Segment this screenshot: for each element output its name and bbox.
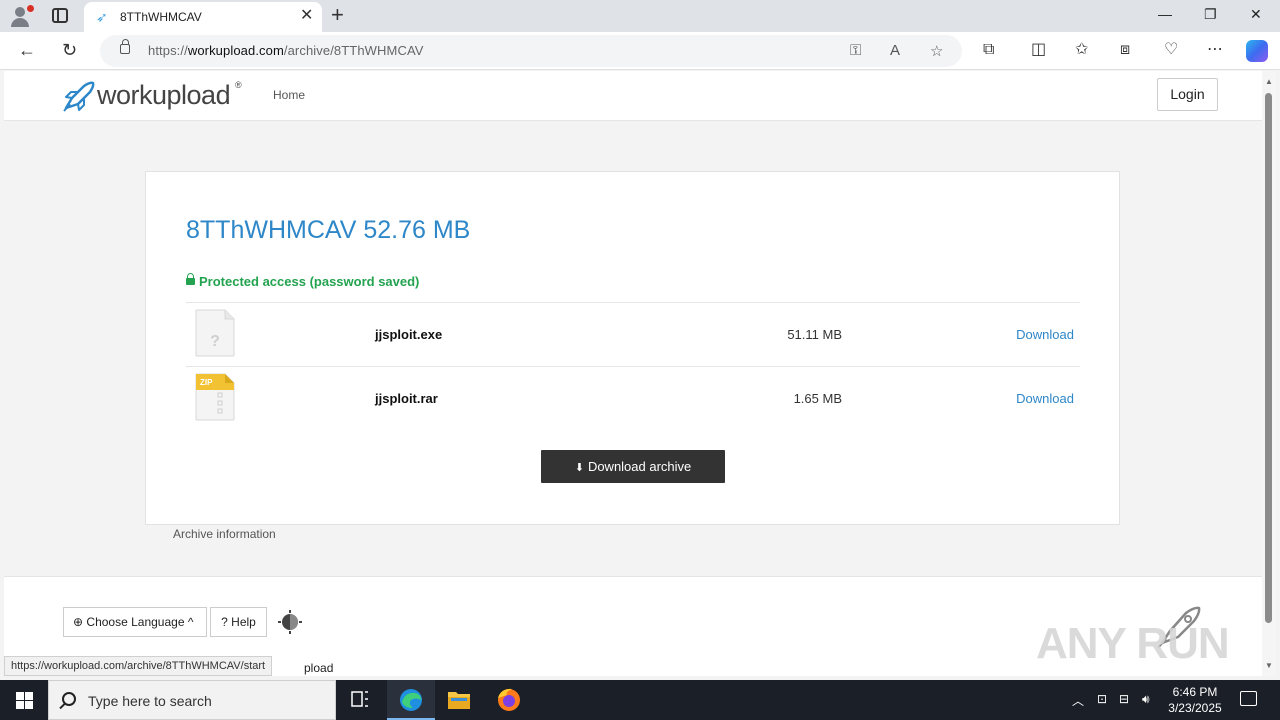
network-icon[interactable]: ⊟: [1119, 692, 1129, 706]
archive-information-link[interactable]: Archive information: [173, 527, 276, 541]
clock-date: 3/23/2025: [1168, 701, 1222, 715]
edge-taskbar-icon[interactable]: [387, 680, 435, 720]
tab-title: 8TThWHMCAV: [120, 10, 202, 24]
file-row: ? jjsploit.exe 51.11 MB Download: [186, 302, 1080, 366]
scroll-down-icon[interactable]: ▼: [1265, 661, 1273, 670]
scroll-up-icon[interactable]: ▲: [1265, 77, 1273, 86]
clock-time: 6:46 PM: [1172, 685, 1218, 699]
theme-toggle-icon[interactable]: [278, 610, 302, 634]
search-icon: [62, 692, 76, 706]
svg-text:ZIP: ZIP: [200, 378, 213, 387]
browser-toolbar: ← ↻ https://workupload.com/archive/8TThW…: [0, 32, 1280, 70]
close-tab-icon[interactable]: ✕: [300, 8, 313, 24]
file-download-link[interactable]: Download: [1016, 327, 1074, 342]
file-row: ZIP jjsploit.rar 1.65 MB Download: [186, 366, 1080, 430]
status-bar-url: https://workupload.com/archive/8TThWHMCA…: [4, 656, 273, 676]
download-icon: ⬇: [574, 462, 584, 474]
nav-home-link[interactable]: Home: [273, 88, 305, 102]
padlock-icon: [186, 273, 195, 285]
task-view-icon[interactable]: [336, 680, 384, 720]
zip-file-icon: ZIP: [195, 373, 235, 421]
address-bar[interactable]: https://workupload.com/archive/8TThWHMCA…: [100, 35, 962, 67]
favorite-star-icon[interactable]: ☆: [930, 42, 943, 60]
refresh-icon[interactable]: ↻: [62, 40, 77, 60]
copilot-icon[interactable]: [1246, 40, 1268, 62]
page-scrollbar[interactable]: ▲ ▼: [1262, 71, 1276, 676]
svg-text:?: ?: [210, 333, 220, 350]
file-name: jjsploit.exe: [375, 327, 443, 342]
file-size: 1.65 MB: [793, 391, 842, 406]
url-text[interactable]: https://workupload.com/archive/8TThWHMCA…: [148, 43, 424, 58]
unknown-file-icon: ?: [195, 309, 235, 357]
page-viewport: workupload ® Home Login 8TThWHMCAV 52.76…: [4, 71, 1262, 676]
back-arrow-icon[interactable]: ←: [18, 40, 36, 60]
rocket-logo-icon: [63, 81, 95, 112]
volume-icon[interactable]: 🔊︎: [1142, 692, 1150, 707]
tray-chevron-up-icon[interactable]: ︿: [1072, 692, 1084, 709]
split-screen-icon[interactable]: ◫: [1031, 41, 1046, 59]
more-menu-icon[interactable]: ⋯: [1207, 41, 1223, 59]
chevron-up-icon: ^: [187, 615, 194, 629]
read-aloud-icon[interactable]: A: [890, 42, 900, 59]
archive-title: 8TThWHMCAV 52.76 MB: [186, 216, 471, 244]
anyrun-watermark: ANY RUN: [1036, 603, 1236, 673]
close-window-icon[interactable]: ✕: [1250, 6, 1262, 23]
download-archive-button[interactable]: ⬇ Download archive: [541, 450, 725, 483]
restore-icon[interactable]: ❐: [1204, 6, 1217, 23]
browser-tab-strip: ➶ 8TThWHMCAV ✕ + — ❐ ✕: [0, 0, 1280, 32]
rocket-favicon-icon: ➶: [96, 9, 108, 25]
archive-card: 8TThWHMCAV 52.76 MB Protected access (pa…: [145, 171, 1120, 525]
scrollbar-thumb[interactable]: [1265, 93, 1272, 623]
favorites-icon[interactable]: ✩: [1075, 41, 1088, 59]
footer-partial-text: pload: [304, 661, 334, 675]
logo-registered-mark: ®: [235, 80, 242, 90]
browser-essentials-icon[interactable]: ♡: [1164, 41, 1178, 59]
login-button[interactable]: Login: [1157, 78, 1218, 111]
lock-icon[interactable]: [120, 39, 130, 54]
help-button[interactable]: ? Help: [210, 607, 267, 637]
collections-icon[interactable]: ⧈: [1120, 41, 1130, 59]
minimize-icon[interactable]: —: [1158, 6, 1172, 22]
extensions-icon[interactable]: ⧉: [983, 41, 994, 59]
file-download-link[interactable]: Download: [1016, 391, 1074, 406]
logo-text: workupload: [97, 80, 231, 110]
globe-icon: ⊕: [73, 615, 84, 629]
browser-tab[interactable]: ➶ 8TThWHMCAV ✕: [84, 2, 322, 32]
windows-taskbar: Type here to search ︿ ⊡ ⊟ 🔊︎ 6:46 PM 3/2…: [0, 680, 1280, 720]
question-icon: ?: [221, 615, 228, 629]
key-icon[interactable]: ⚿: [850, 42, 861, 59]
choose-language-button[interactable]: ⊕ Choose Language ^: [63, 607, 207, 637]
site-header: workupload ® Home Login: [4, 71, 1262, 121]
taskbar-search-placeholder: Type here to search: [88, 693, 212, 709]
new-tab-icon[interactable]: +: [331, 4, 344, 26]
windows-start-icon[interactable]: [16, 692, 33, 709]
protected-access-notice: Protected access (password saved): [186, 273, 419, 289]
profile-icon[interactable]: [8, 4, 34, 28]
taskbar-clock[interactable]: 6:46 PM 3/23/2025: [1164, 684, 1226, 716]
file-size: 51.11 MB: [787, 327, 842, 342]
taskbar-search-box[interactable]: Type here to search: [48, 680, 336, 720]
file-explorer-icon[interactable]: [435, 680, 483, 720]
tab-actions-icon[interactable]: [52, 8, 68, 23]
watermark-text: ANY RUN: [1036, 619, 1230, 668]
file-name: jjsploit.rar: [375, 391, 438, 406]
notification-icon[interactable]: [1240, 691, 1257, 706]
tray-device-icon[interactable]: ⊡: [1097, 692, 1107, 706]
firefox-icon[interactable]: [485, 680, 533, 720]
